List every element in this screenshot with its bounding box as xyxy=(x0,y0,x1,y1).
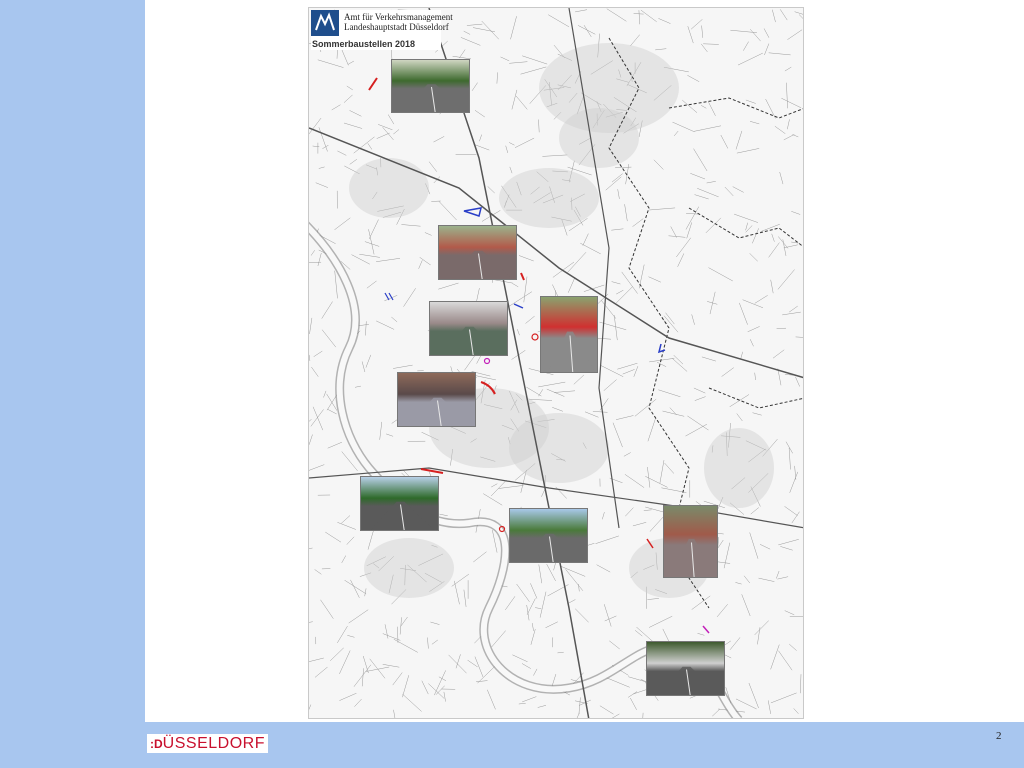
photo-crossing xyxy=(540,296,598,373)
city-emblem-icon xyxy=(311,10,339,36)
left-sidebar-band xyxy=(0,0,145,768)
map-title: Sommerbaustellen 2018 xyxy=(312,39,416,49)
photo-bridge xyxy=(429,301,508,356)
construction-map: Amt für Verkehrsmanagement Landeshauptst… xyxy=(308,7,804,719)
photo-sidewalk xyxy=(509,508,588,563)
city-name: Landeshauptstadt Düsseldorf xyxy=(344,22,449,32)
agency-name: Amt für Verkehrsmanagement xyxy=(344,12,453,22)
logo-text: ÜSSELDORF xyxy=(162,735,265,752)
photo-road-north xyxy=(391,59,470,113)
photo-street-trees xyxy=(360,476,439,531)
page-number: 2 xyxy=(996,730,1002,742)
duesseldorf-logo: :D ÜSSELDORF xyxy=(147,734,268,753)
photo-brick-path xyxy=(663,505,718,578)
photo-road-south xyxy=(646,641,725,696)
photo-paving xyxy=(397,372,476,427)
map-header: Amt für Verkehrsmanagement Landeshauptst… xyxy=(311,10,453,50)
logo-mark: :D xyxy=(150,736,163,751)
photo-bike-lane xyxy=(438,225,517,280)
